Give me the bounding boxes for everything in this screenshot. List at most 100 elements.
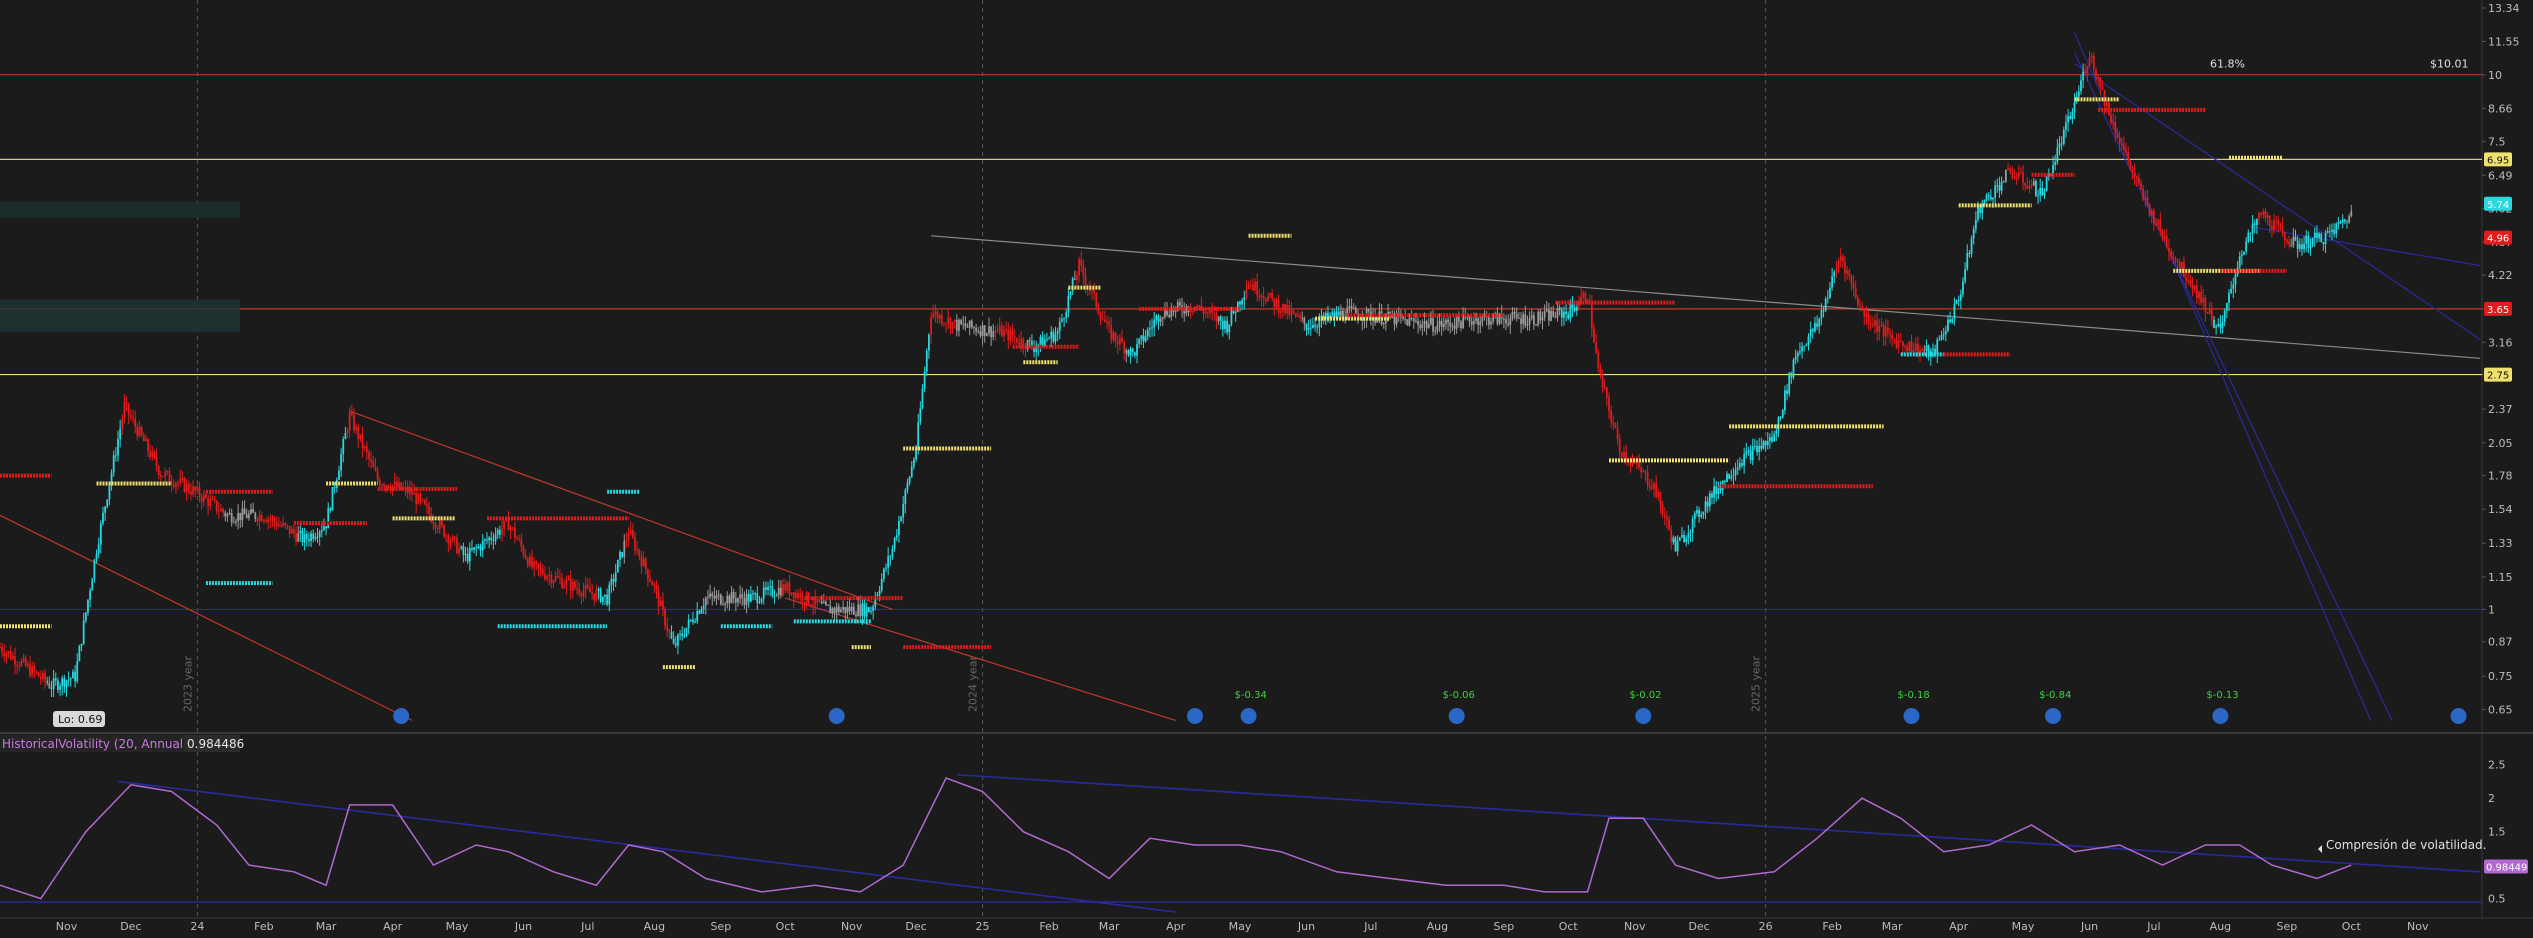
candle-body — [166, 471, 169, 473]
candle-body — [1811, 329, 1814, 332]
price-chart-svg[interactable]: 2023 year 2024 year 2025 year 13.34 11.55 10 8… — [0, 0, 2533, 934]
candle-body — [164, 472, 167, 477]
candle-body — [593, 593, 596, 600]
candle-body — [1753, 445, 1756, 447]
candle-body — [1839, 256, 1842, 261]
candle-body — [9, 651, 12, 659]
candle-body — [1515, 313, 1518, 318]
candle-body — [1339, 310, 1342, 316]
candle-body — [1121, 337, 1123, 343]
candle-body — [1097, 306, 1100, 314]
candle-body — [1661, 504, 1664, 515]
candle-body — [1648, 484, 1651, 488]
candle-body — [878, 590, 881, 596]
candle-body — [2176, 260, 2179, 263]
candle-body — [108, 485, 111, 500]
candle-body — [445, 535, 448, 537]
candle-body — [833, 608, 836, 613]
candle-body — [608, 584, 611, 605]
x-tick-label: Dec — [1688, 920, 1709, 933]
candle-body — [1829, 287, 1831, 298]
candle-body — [275, 522, 278, 527]
candle-body — [1230, 310, 1233, 325]
candle-body — [2288, 241, 2290, 246]
candle-body — [760, 598, 763, 602]
price-tick-label: 1.78 — [2488, 470, 2513, 483]
candle-body — [87, 599, 89, 613]
candle-body — [125, 402, 128, 404]
candle-body — [132, 417, 134, 419]
candle-body — [657, 589, 660, 607]
candle-body — [779, 587, 782, 596]
candle-body — [1131, 348, 1134, 353]
candle-body — [859, 604, 862, 617]
candle-body — [936, 311, 939, 319]
candle-body — [597, 588, 600, 591]
candle-body — [509, 527, 512, 531]
candle-body — [104, 506, 107, 513]
x-tick-label: 24 — [190, 920, 204, 933]
candle-body — [945, 323, 947, 325]
candle-body — [1065, 312, 1068, 319]
candle-body — [621, 552, 624, 557]
candle-body — [541, 568, 544, 575]
candle-body — [1736, 467, 1739, 470]
candle-body — [228, 513, 231, 515]
candle-body — [2032, 181, 2035, 186]
candle-body — [917, 422, 920, 451]
candle-body — [1282, 303, 1284, 312]
candle-body — [490, 537, 493, 540]
candle-body — [795, 592, 797, 599]
candle-body — [769, 586, 772, 588]
candle-body — [2082, 71, 2085, 81]
candle-body — [2135, 176, 2138, 178]
candle-body — [1788, 372, 1791, 394]
candle-body — [1994, 185, 1997, 198]
candle-body — [852, 606, 855, 615]
candle-body — [2189, 280, 2192, 286]
candle-body — [1204, 312, 1207, 314]
candle-body — [2326, 231, 2329, 233]
candle-body — [1095, 292, 1098, 307]
candle-body — [1593, 328, 1595, 343]
candle-body — [1419, 324, 1422, 328]
candle-body — [687, 619, 690, 628]
candle-body — [801, 593, 804, 603]
candle-body — [741, 594, 744, 599]
event-icon — [1186, 708, 1203, 724]
candle-body — [702, 605, 705, 609]
event-icon — [828, 708, 845, 724]
candle-body — [762, 587, 765, 599]
candle-body — [586, 584, 589, 588]
candle-body — [1050, 331, 1053, 339]
candle-body — [76, 661, 79, 682]
candle-body — [39, 676, 42, 679]
candle-body — [329, 508, 332, 511]
candle-body — [1056, 330, 1059, 334]
candle-body — [1537, 311, 1540, 326]
candle-body — [2324, 232, 2327, 245]
candle-body — [2275, 220, 2278, 222]
candle-body — [2080, 80, 2082, 92]
candle-body — [835, 606, 838, 613]
candle-body — [54, 678, 57, 681]
candle-body — [1116, 340, 1119, 345]
candle-body — [2180, 262, 2183, 269]
candle-body — [318, 531, 321, 537]
candle-body — [1224, 320, 1226, 329]
candle-body — [1758, 445, 1761, 453]
candle-body — [520, 539, 523, 547]
candle-body — [1663, 514, 1666, 518]
candle-body — [1415, 320, 1417, 322]
candle-body — [2168, 247, 2170, 252]
candle-body — [2215, 326, 2218, 328]
candle-body — [1367, 308, 1370, 312]
candle-body — [1653, 483, 1655, 489]
candle-body — [1294, 312, 1297, 317]
candle-body — [2178, 262, 2181, 269]
candle-body — [1938, 339, 1941, 341]
candle-body — [473, 547, 476, 550]
candle-body — [57, 680, 59, 690]
candle-body — [277, 524, 280, 527]
candle-body — [1768, 437, 1771, 442]
